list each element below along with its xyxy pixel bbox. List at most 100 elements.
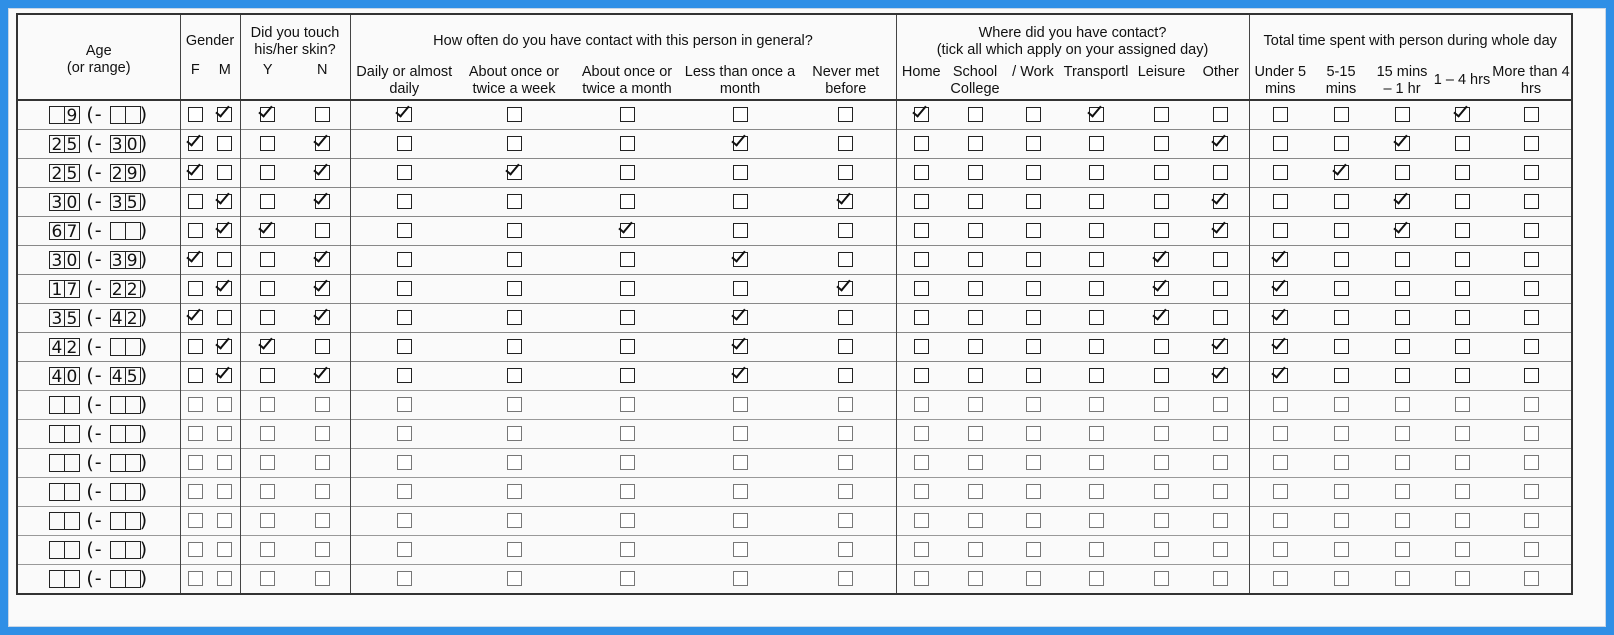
- touch-n-checkbox[interactable]: [314, 107, 330, 123]
- often-weekly-checkbox[interactable]: [506, 252, 522, 268]
- time-15to60-checkbox[interactable]: [1394, 252, 1410, 268]
- often-weekly-checkbox[interactable]: [506, 223, 522, 239]
- age-digit-box[interactable]: 9: [124, 251, 141, 270]
- age-digit-box[interactable]: [49, 541, 66, 559]
- age-digit-box[interactable]: 9: [64, 106, 81, 125]
- age-range-field[interactable]: (- ): [17, 506, 180, 536]
- time-over4-checkbox[interactable]: [1523, 165, 1539, 181]
- time-over4-checkbox[interactable]: [1523, 542, 1539, 558]
- where-school-checkbox[interactable]: [967, 571, 983, 587]
- time-under5-checkbox[interactable]: [1272, 310, 1288, 326]
- where-other-checkbox[interactable]: [1213, 542, 1229, 558]
- where-leisure-checkbox[interactable]: [1154, 194, 1169, 210]
- age-digit-box[interactable]: [124, 338, 141, 356]
- time-over4-checkbox[interactable]: [1523, 397, 1539, 413]
- gender-f-checkbox[interactable]: [187, 426, 203, 442]
- time-15to60-checkbox[interactable]: [1394, 455, 1410, 471]
- touch-n-checkbox[interactable]: [314, 542, 330, 558]
- gender-f-checkbox[interactable]: [187, 542, 203, 558]
- touch-n-checkbox[interactable]: [314, 426, 330, 442]
- often-daily-checkbox[interactable]: [396, 165, 412, 181]
- often-less-checkbox[interactable]: [732, 223, 748, 239]
- time-5to15-checkbox[interactable]: [1333, 223, 1349, 239]
- where-transport-checkbox[interactable]: [1088, 252, 1104, 268]
- age-digit-box[interactable]: [49, 483, 66, 501]
- where-work-checkbox[interactable]: [1025, 368, 1041, 384]
- often-monthly-checkbox[interactable]: [619, 484, 635, 500]
- where-work-checkbox[interactable]: [1025, 252, 1041, 268]
- gender-m-checkbox[interactable]: [217, 107, 233, 123]
- often-never-checkbox[interactable]: [838, 223, 854, 239]
- age-digit-box[interactable]: 0: [64, 193, 81, 212]
- gender-f-checkbox[interactable]: [187, 397, 203, 413]
- time-15to60-checkbox[interactable]: [1394, 281, 1410, 297]
- age-digit-box[interactable]: 4: [49, 367, 66, 386]
- often-monthly-checkbox[interactable]: [619, 455, 635, 471]
- age-range-field[interactable]: (- ): [17, 390, 180, 420]
- touch-y-checkbox[interactable]: [260, 484, 276, 500]
- often-never-checkbox[interactable]: [838, 542, 854, 558]
- time-1to4-checkbox[interactable]: [1454, 484, 1470, 500]
- where-school-checkbox[interactable]: [967, 513, 983, 529]
- touch-n-checkbox[interactable]: [314, 513, 330, 529]
- time-5to15-checkbox[interactable]: [1333, 107, 1349, 123]
- touch-n-checkbox[interactable]: [314, 310, 330, 326]
- often-never-checkbox[interactable]: [838, 339, 854, 355]
- gender-f-checkbox[interactable]: [187, 368, 203, 384]
- age-digit-box[interactable]: [109, 396, 126, 414]
- age-digit-box[interactable]: [64, 570, 81, 588]
- often-never-checkbox[interactable]: [838, 368, 854, 384]
- where-other-checkbox[interactable]: [1213, 165, 1229, 181]
- time-1to4-checkbox[interactable]: [1454, 571, 1470, 587]
- where-leisure-checkbox[interactable]: [1154, 339, 1169, 355]
- time-under5-checkbox[interactable]: [1272, 252, 1288, 268]
- often-monthly-checkbox[interactable]: [619, 165, 635, 181]
- age-digit-box[interactable]: [49, 106, 66, 124]
- time-1to4-checkbox[interactable]: [1454, 310, 1470, 326]
- where-work-checkbox[interactable]: [1025, 310, 1041, 326]
- often-never-checkbox[interactable]: [838, 310, 854, 326]
- where-home-checkbox[interactable]: [913, 223, 929, 239]
- time-5to15-checkbox[interactable]: [1333, 281, 1349, 297]
- gender-m-checkbox[interactable]: [217, 339, 233, 355]
- where-leisure-checkbox[interactable]: [1154, 165, 1169, 181]
- where-other-checkbox[interactable]: [1213, 107, 1229, 123]
- age-digit-box[interactable]: [64, 512, 81, 530]
- touch-y-checkbox[interactable]: [260, 223, 276, 239]
- where-home-checkbox[interactable]: [913, 252, 929, 268]
- touch-y-checkbox[interactable]: [260, 194, 276, 210]
- often-weekly-checkbox[interactable]: [506, 397, 522, 413]
- age-digit-box[interactable]: [64, 454, 81, 472]
- often-daily-checkbox[interactable]: [396, 136, 412, 152]
- age-digit-box[interactable]: [109, 454, 126, 472]
- where-work-checkbox[interactable]: [1025, 571, 1041, 587]
- age-digit-box[interactable]: 0: [64, 367, 81, 386]
- where-school-checkbox[interactable]: [967, 252, 983, 268]
- where-leisure-checkbox[interactable]: [1154, 484, 1169, 500]
- where-work-checkbox[interactable]: [1025, 165, 1041, 181]
- where-other-checkbox[interactable]: [1213, 368, 1229, 384]
- often-weekly-checkbox[interactable]: [506, 426, 522, 442]
- often-never-checkbox[interactable]: [838, 571, 854, 587]
- where-leisure-checkbox[interactable]: [1154, 542, 1169, 558]
- where-other-checkbox[interactable]: [1213, 455, 1229, 471]
- often-monthly-checkbox[interactable]: [619, 310, 635, 326]
- age-digit-box[interactable]: [49, 512, 66, 530]
- where-home-checkbox[interactable]: [913, 310, 929, 326]
- time-15to60-checkbox[interactable]: [1394, 339, 1410, 355]
- time-1to4-checkbox[interactable]: [1454, 397, 1470, 413]
- where-work-checkbox[interactable]: [1025, 136, 1041, 152]
- age-digit-box[interactable]: [109, 570, 126, 588]
- age-digit-box[interactable]: [124, 425, 141, 443]
- often-less-checkbox[interactable]: [732, 455, 748, 471]
- where-leisure-checkbox[interactable]: [1154, 136, 1169, 152]
- where-other-checkbox[interactable]: [1213, 513, 1229, 529]
- often-less-checkbox[interactable]: [732, 252, 748, 268]
- where-leisure-checkbox[interactable]: [1154, 310, 1169, 326]
- time-5to15-checkbox[interactable]: [1333, 542, 1349, 558]
- often-weekly-checkbox[interactable]: [506, 455, 522, 471]
- often-daily-checkbox[interactable]: [396, 223, 412, 239]
- touch-n-checkbox[interactable]: [314, 194, 330, 210]
- time-15to60-checkbox[interactable]: [1394, 368, 1410, 384]
- often-never-checkbox[interactable]: [838, 136, 854, 152]
